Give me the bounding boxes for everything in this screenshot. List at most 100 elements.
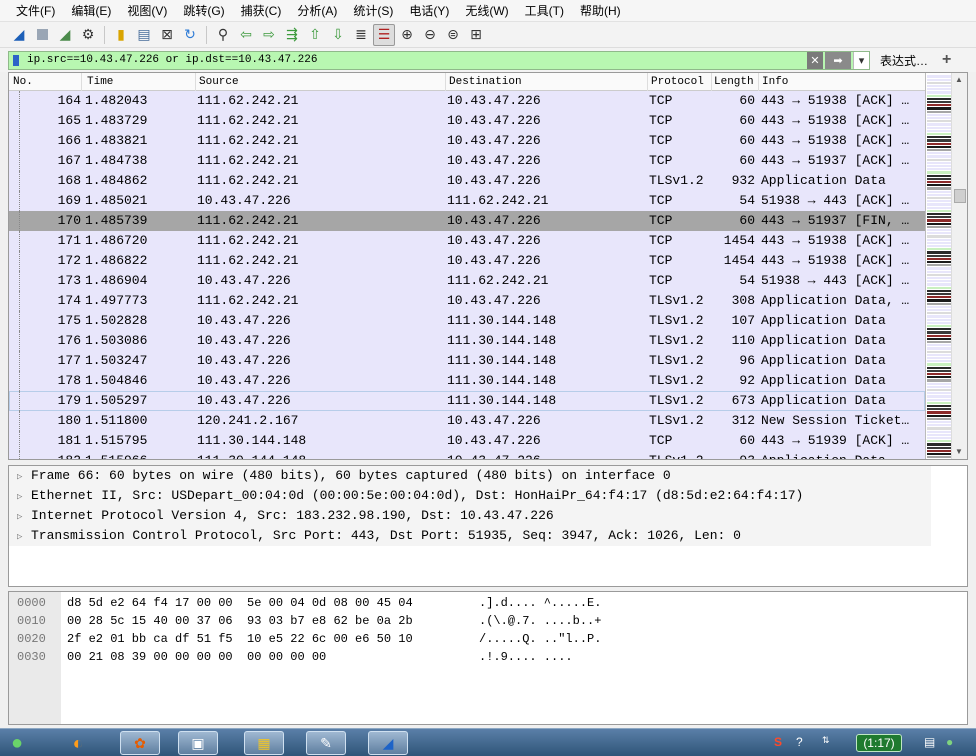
- minimap-stripe: [927, 120, 951, 122]
- save-file-icon[interactable]: ▤: [133, 24, 155, 46]
- menu-item-1[interactable]: 编辑(E): [63, 0, 119, 22]
- help-icon[interactable]: ?: [796, 735, 803, 749]
- column-header-source[interactable]: Source: [199, 76, 239, 88]
- scroll-thumb[interactable]: [954, 189, 966, 203]
- packet-row[interactable]: 181 1.515795 111.30.144.148 10.43.47.226 TCP…: [9, 431, 925, 451]
- uc-app-icon[interactable]: ✿: [120, 731, 160, 755]
- sogou-ime-icon[interactable]: S: [774, 735, 782, 749]
- add-filter-button[interactable]: +: [942, 51, 951, 69]
- packet-row[interactable]: 173 1.486904 10.43.47.226 111.62.242.21 TCP 5…: [9, 271, 925, 291]
- packet-list-scrollbar[interactable]: ▲ ▼: [951, 73, 967, 459]
- packet-row[interactable]: 176 1.503086 10.43.47.226 111.30.144.148 TLS…: [9, 331, 925, 351]
- clear-filter-icon[interactable]: ✕: [807, 51, 823, 69]
- menu-item-9[interactable]: 工具(T): [517, 0, 572, 22]
- find-icon[interactable]: ⚲: [212, 24, 234, 46]
- zoom-out-icon[interactable]: ⊖: [419, 24, 441, 46]
- packet-protocol: TCP: [649, 213, 673, 228]
- wireshark-icon[interactable]: ◢: [368, 731, 408, 755]
- menu-item-2[interactable]: 视图(V): [119, 0, 175, 22]
- packet-row[interactable]: 165 1.483729 111.62.242.21 10.43.47.226 TCP 6…: [9, 111, 925, 131]
- packet-minimap[interactable]: [925, 73, 951, 459]
- column-divider[interactable]: [81, 73, 82, 91]
- packet-row[interactable]: 170 1.485739 111.62.242.21 10.43.47.226 TCP 6…: [9, 211, 925, 231]
- expand-arrow-icon[interactable]: ▷: [17, 467, 31, 487]
- scroll-down-arrow-icon[interactable]: ▼: [955, 447, 963, 456]
- column-header-no[interactable]: No.: [13, 76, 33, 88]
- stop-icon[interactable]: [31, 24, 53, 46]
- detail-tree-row[interactable]: ▷ Transmission Control Protocol, Src Port…: [9, 526, 931, 546]
- detail-tree-row[interactable]: ▷ Frame 66: 60 bytes on wire (480 bits), …: [9, 466, 931, 486]
- expand-arrow-icon[interactable]: ▷: [17, 527, 31, 547]
- shark-fin-start-icon[interactable]: ◢: [8, 24, 30, 46]
- packet-row[interactable]: 174 1.497773 111.62.242.21 10.43.47.226 TLSv…: [9, 291, 925, 311]
- packet-row[interactable]: 169 1.485021 10.43.47.226 111.62.242.21 TCP 5…: [9, 191, 925, 211]
- packet-row[interactable]: 168 1.484862 111.62.242.21 10.43.47.226 TLSv…: [9, 171, 925, 191]
- filter-text[interactable]: ip.src==10.43.47.226 or ip.dst==10.43.47…: [23, 54, 807, 66]
- network-icon[interactable]: ▤: [924, 735, 935, 749]
- wechat-icon[interactable]: ●: [0, 731, 34, 755]
- device-manager-icon[interactable]: ▣: [178, 731, 218, 755]
- detail-tree-row[interactable]: ▷ Internet Protocol Version 4, Src: 183.2…: [9, 506, 931, 526]
- packet-row[interactable]: 178 1.504846 10.43.47.226 111.30.144.148 TLS…: [9, 371, 925, 391]
- zoom-in-icon[interactable]: ⊕: [396, 24, 418, 46]
- packet-row[interactable]: 167 1.484738 111.62.242.21 10.43.47.226 TCP 6…: [9, 151, 925, 171]
- column-divider[interactable]: [445, 73, 446, 91]
- reload-icon[interactable]: ↻: [179, 24, 201, 46]
- packet-row[interactable]: 182 1.515966111.30.144.14810.43.47.226TLS…: [9, 451, 925, 459]
- packet-row[interactable]: 171 1.486720 111.62.242.21 10.43.47.226 TCP 1…: [9, 231, 925, 251]
- detail-tree-row[interactable]: ▷ Ethernet II, Src: USDepart_00:04:0d (00…: [9, 486, 931, 506]
- expand-arrow-icon[interactable]: ▷: [17, 507, 31, 527]
- menu-item-5[interactable]: 分析(A): [289, 0, 345, 22]
- menu-item-4[interactable]: 捕获(C): [233, 0, 290, 22]
- uc-browser-icon[interactable]: ◐: [60, 731, 96, 755]
- close-file-icon[interactable]: ⊠: [156, 24, 178, 46]
- column-header-time[interactable]: Time: [87, 76, 113, 88]
- column-divider[interactable]: [195, 73, 196, 91]
- packet-row[interactable]: 172 1.486822 111.62.242.21 10.43.47.226 TCP 1…: [9, 251, 925, 271]
- menu-item-7[interactable]: 电话(Y): [401, 0, 457, 22]
- menu-item-8[interactable]: 无线(W): [457, 0, 516, 22]
- forward-icon[interactable]: ⇨: [258, 24, 280, 46]
- column-header-destination[interactable]: Destination: [449, 76, 522, 88]
- open-file-icon[interactable]: ▮: [110, 24, 132, 46]
- menu-item-10[interactable]: 帮助(H): [572, 0, 629, 22]
- packet-row[interactable]: 180 1.511800 120.241.2.167 10.43.47.226 TLSv…: [9, 411, 925, 431]
- column-header-protocol[interactable]: Protocol: [651, 76, 704, 88]
- last-packet-icon[interactable]: ⇩: [327, 24, 349, 46]
- column-divider[interactable]: [647, 73, 648, 91]
- goto-packet-icon[interactable]: ⇶: [281, 24, 303, 46]
- tray-clock[interactable]: (1:17): [856, 734, 902, 752]
- autoscroll-icon[interactable]: ≣: [350, 24, 372, 46]
- notepad-icon[interactable]: ✎: [306, 731, 346, 755]
- packet-row[interactable]: 164 1.482043 111.62.242.21 10.43.47.226 TCP 6…: [9, 91, 925, 111]
- scroll-up-arrow-icon[interactable]: ▲: [955, 75, 963, 84]
- tray-arrows-icon[interactable]: ⇅: [822, 735, 830, 746]
- wechat-tray-icon[interactable]: ●: [946, 735, 953, 749]
- expand-arrow-icon[interactable]: ▷: [17, 487, 31, 507]
- normal-size-icon[interactable]: ⊜: [442, 24, 464, 46]
- display-filter-input[interactable]: ip.src==10.43.47.226 or ip.dst==10.43.47…: [8, 50, 870, 70]
- menu-item-0[interactable]: 文件(F): [8, 0, 63, 22]
- column-divider[interactable]: [758, 73, 759, 91]
- options-gear-icon[interactable]: ⚙: [77, 24, 99, 46]
- expression-button[interactable]: 表达式…: [880, 52, 928, 69]
- bookmark-icon[interactable]: [9, 52, 23, 69]
- menu-item-3[interactable]: 跳转(G): [175, 0, 232, 22]
- filter-history-dropdown-icon[interactable]: ▾: [853, 51, 869, 69]
- menu-item-6[interactable]: 统计(S): [345, 0, 401, 22]
- column-divider[interactable]: [711, 73, 712, 91]
- first-packet-icon[interactable]: ⇧: [304, 24, 326, 46]
- packet-row[interactable]: 175 1.502828 10.43.47.226 111.30.144.148 TLS…: [9, 311, 925, 331]
- file-explorer-icon[interactable]: ▦: [244, 731, 284, 755]
- column-header-length[interactable]: Length: [714, 76, 754, 88]
- apply-filter-icon[interactable]: ➡: [825, 51, 851, 69]
- resize-columns-icon[interactable]: ⊞: [465, 24, 487, 46]
- back-icon[interactable]: ⇦: [235, 24, 257, 46]
- packet-row[interactable]: 179 1.505297 10.43.47.226 111.30.144.148 TLS…: [9, 391, 925, 411]
- column-header-info[interactable]: Info: [762, 76, 788, 88]
- colorize-icon[interactable]: ☰: [373, 23, 395, 46]
- packet-row[interactable]: 177 1.503247 10.43.47.226 111.30.144.148 TLS…: [9, 351, 925, 371]
- packet-row[interactable]: 166 1.483821 111.62.242.21 10.43.47.226 TCP 6…: [9, 131, 925, 151]
- restart-icon[interactable]: ◢: [54, 24, 76, 46]
- minimap-stripe: [927, 165, 951, 167]
